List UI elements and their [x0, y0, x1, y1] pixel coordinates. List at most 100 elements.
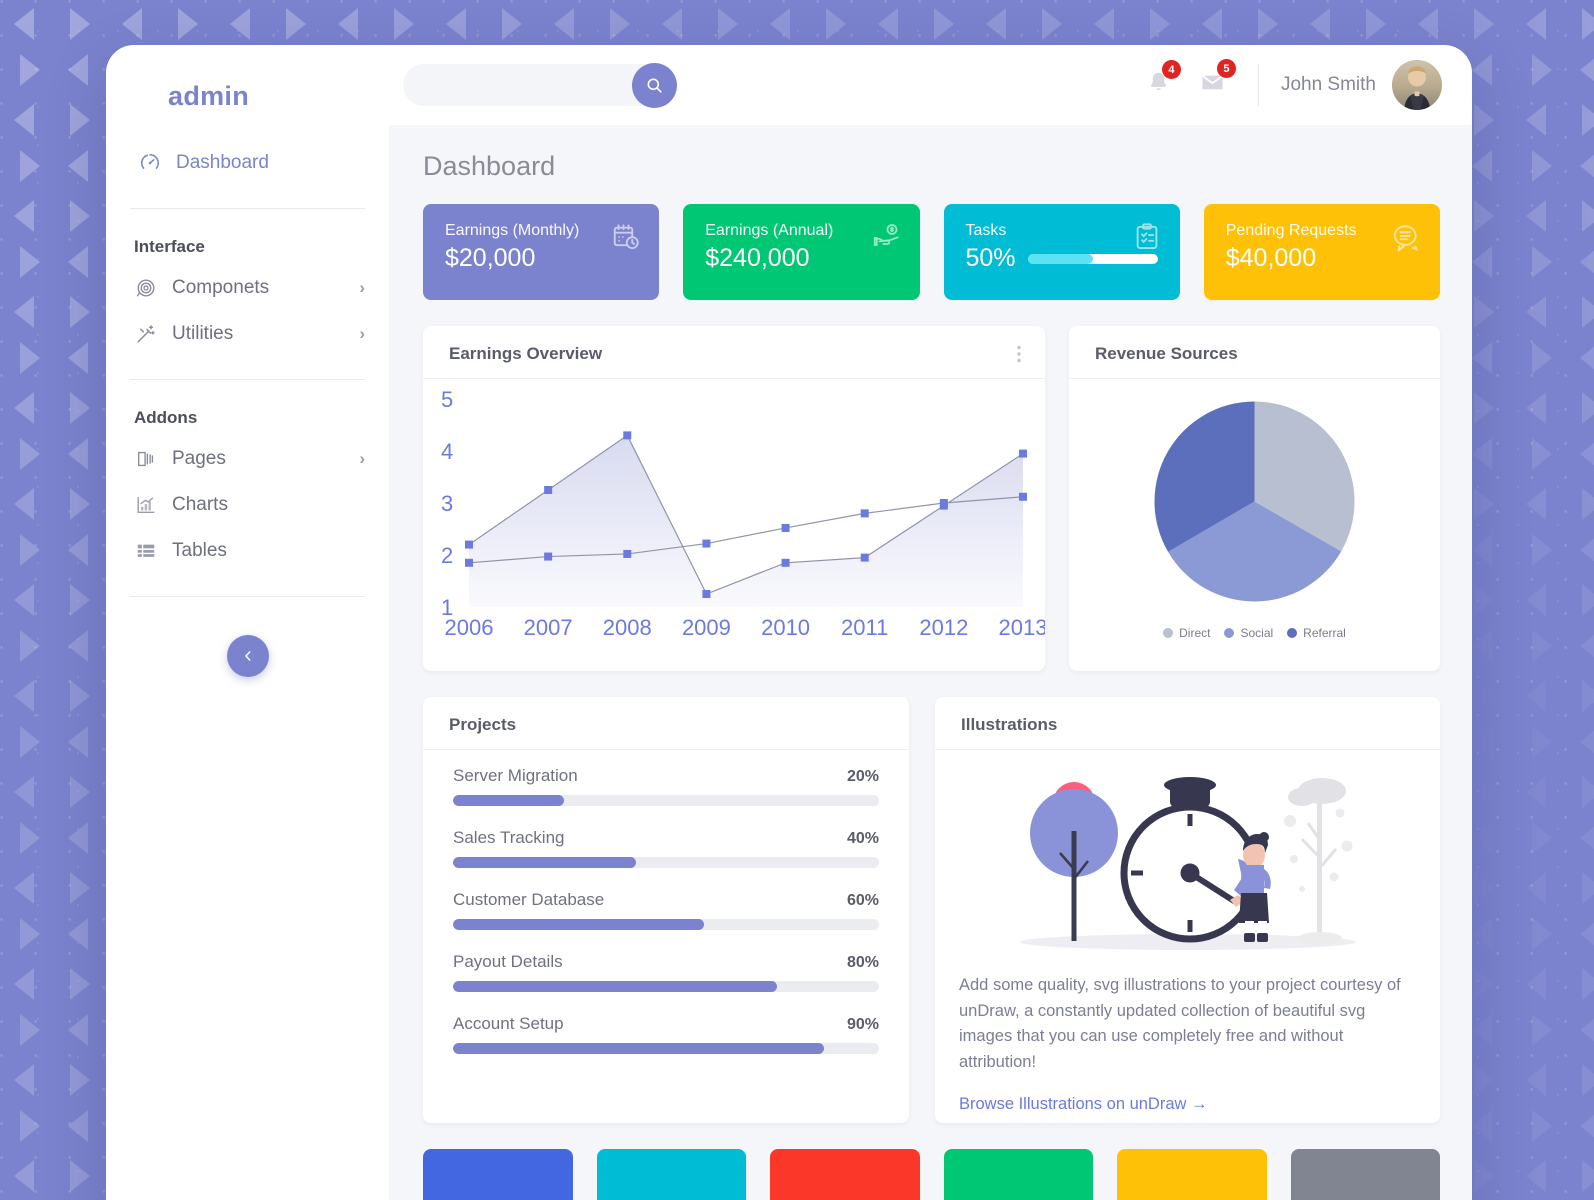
project-name: Sales Tracking	[453, 828, 565, 847]
data-point-marker[interactable]	[781, 558, 790, 567]
card-header: Projects	[423, 697, 909, 750]
calendar-clock-icon	[611, 222, 641, 257]
x-axis-tick: 2013	[999, 615, 1045, 640]
data-point-marker[interactable]	[465, 540, 473, 549]
data-point-marker[interactable]	[860, 553, 869, 562]
project-row-header: Customer Database 60%	[453, 890, 879, 910]
projects-list: Server Migration 20% Sales Tracking 40% Cust…	[423, 750, 909, 1054]
color-swatch-success[interactable]	[943, 1149, 1093, 1200]
data-point-marker[interactable]	[623, 549, 632, 558]
project-row-header: Sales Tracking 40%	[453, 828, 879, 848]
data-point-marker[interactable]	[544, 552, 553, 561]
chevron-left-icon	[244, 651, 251, 661]
x-axis-tick: 2011	[841, 615, 888, 640]
stat-label: Earnings (Monthly)	[445, 222, 580, 239]
atom-icon	[134, 276, 158, 300]
project-progress-track	[453, 1043, 879, 1054]
x-axis-tick: 2007	[524, 615, 573, 640]
illustrations-description: Add some quality, svg illustrations to y…	[959, 976, 1401, 1071]
sidebar-item-label: Utilities	[172, 323, 234, 344]
color-swatch-info[interactable]	[596, 1149, 746, 1200]
table-icon	[134, 539, 158, 563]
legend-item-referral[interactable]: Referral	[1287, 626, 1346, 640]
project-row: Sales Tracking 40%	[453, 828, 879, 868]
legend-item-social[interactable]: Social	[1224, 626, 1273, 640]
sidebar-collapse-button[interactable]	[226, 635, 269, 677]
topbar: 4 5 John Smith	[389, 45, 1472, 125]
legend-color-swatch	[1224, 628, 1235, 638]
sidebar-collapse-area	[130, 635, 365, 677]
project-percent: 60%	[846, 892, 879, 909]
comments-icon	[1391, 222, 1422, 258]
vertical-dots-icon[interactable]	[1017, 345, 1021, 363]
data-point-marker[interactable]	[1019, 492, 1027, 501]
project-name: Payout Details	[453, 952, 563, 971]
project-row: Server Migration 20%	[453, 766, 879, 806]
sidebar-heading-addons: Addons	[134, 408, 198, 427]
sidebar-item-componets[interactable]: Componets ›	[130, 265, 365, 311]
notifications-badge: 4	[1161, 60, 1181, 79]
notifications-button[interactable]: 4	[1132, 60, 1185, 100]
data-point-marker[interactable]	[939, 499, 948, 507]
stat-value: $240,000	[705, 244, 810, 272]
color-swatch-secondary[interactable]	[1290, 1149, 1440, 1200]
browse-illustrations-link[interactable]: Browse Illustrations on unDraw →	[959, 1095, 1208, 1114]
color-swatch-primary[interactable]	[423, 1149, 573, 1200]
search-button[interactable]	[632, 63, 677, 108]
project-progress-fill	[453, 795, 564, 806]
sidebar-item-label: Pages	[172, 448, 226, 469]
project-row: Account Setup 90%	[453, 1014, 879, 1054]
project-progress-fill	[453, 1043, 824, 1054]
brand-logo[interactable]: admin	[130, 45, 365, 112]
sidebar-item-dashboard[interactable]: Dashboard	[130, 140, 365, 186]
sidebar-item-charts[interactable]: Charts	[130, 482, 365, 528]
x-axis-tick: 2012	[919, 615, 968, 640]
pie-legend: Direct Social Referral	[1163, 626, 1346, 640]
illustration-svg	[1019, 777, 1356, 950]
app-window: admin Dashboard Interface Componets › Ut…	[106, 45, 1472, 1200]
data-point-marker[interactable]	[702, 539, 711, 548]
stat-value: $40,000	[1225, 244, 1317, 272]
legend-color-swatch	[1163, 628, 1174, 638]
messages-badge: 5	[1216, 59, 1236, 78]
stat-label: Earnings (Annual)	[705, 222, 834, 239]
sidebar-item-label: Dashboard	[176, 152, 269, 173]
sidebar-item-utilities[interactable]: Utilities ›	[130, 311, 365, 357]
project-progress-track	[453, 857, 879, 868]
messages-button[interactable]: 5	[1185, 59, 1240, 101]
y-axis-tick: 2	[441, 543, 453, 568]
data-point-marker[interactable]	[465, 558, 473, 567]
page-title: Dashboard	[423, 151, 556, 181]
stat-card-earnings-annual[interactable]: Earnings (Annual) $240,000	[683, 204, 920, 300]
sidebar: admin Dashboard Interface Componets › Ut…	[106, 45, 389, 1200]
data-point-marker[interactable]	[544, 486, 553, 494]
data-point-marker[interactable]	[702, 590, 711, 598]
series-area	[469, 435, 1023, 607]
legend-item-direct[interactable]: Direct	[1163, 626, 1210, 640]
stat-card-earnings-monthly[interactable]: Earnings (Monthly) $20,000	[423, 204, 660, 300]
data-point-marker[interactable]	[623, 431, 632, 440]
card-header: Illustrations	[935, 697, 1440, 750]
data-point-marker[interactable]	[860, 509, 869, 518]
avatar[interactable]	[1392, 60, 1442, 110]
legend-label: Direct	[1179, 626, 1211, 640]
data-point-marker[interactable]	[1019, 449, 1027, 458]
revenue-sources-card: Revenue Sources Direct Social Referral	[1069, 326, 1440, 671]
y-axis-tick: 3	[441, 491, 453, 516]
color-swatch-danger[interactable]	[770, 1149, 920, 1200]
search-icon	[647, 78, 662, 93]
sidebar-item-label: Tables	[172, 540, 227, 561]
stat-card-tasks[interactable]: Tasks 50%	[943, 204, 1180, 300]
legend-color-swatch	[1287, 628, 1298, 638]
data-point-marker[interactable]	[781, 523, 790, 532]
color-swatch-warning[interactable]	[1117, 1149, 1267, 1200]
sidebar-item-pages[interactable]: Pages ›	[130, 436, 365, 482]
stat-card-pending-requests[interactable]: Pending Requests $40,000	[1203, 204, 1440, 300]
chevron-right-icon: ›	[359, 449, 365, 468]
topbar-actions: 4 5 John Smith	[1132, 59, 1442, 110]
earnings-chart-svg: 123452006 2007 2008 2009 2010 2011 2012 2013	[441, 387, 1047, 640]
chart-icon	[134, 493, 158, 517]
sidebar-item-tables[interactable]: Tables	[130, 528, 365, 574]
sidebar-heading-interface: Interface	[134, 237, 205, 256]
avatar-image	[1392, 60, 1442, 110]
